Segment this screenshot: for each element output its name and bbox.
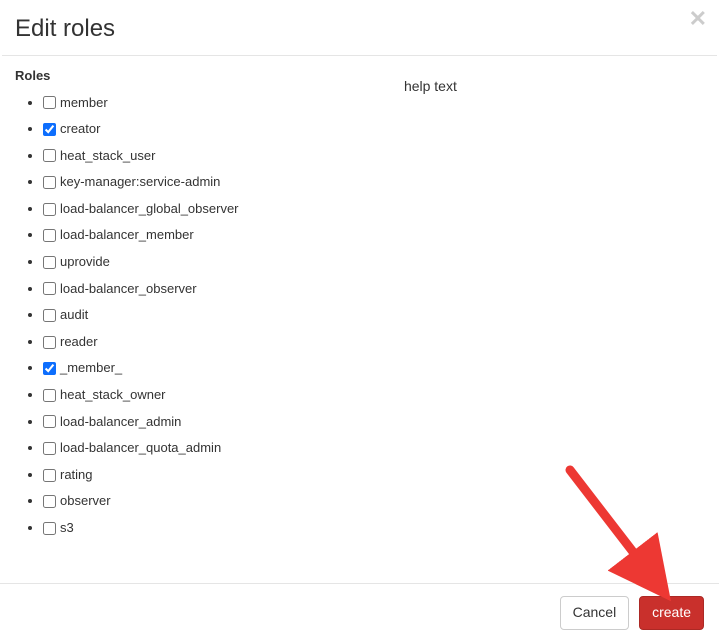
role-checkbox[interactable] [43, 469, 56, 482]
modal-footer: Cancel create [0, 583, 719, 642]
help-column: help text [394, 68, 704, 541]
list-item: load-balancer_quota_admin [43, 435, 394, 462]
role-checkbox[interactable] [43, 522, 56, 535]
list-item: audit [43, 302, 394, 329]
list-item: _member_ [43, 355, 394, 382]
role-checkbox[interactable] [43, 176, 56, 189]
role-label: audit [60, 307, 88, 322]
role-label: rating [60, 467, 93, 482]
list-item: key-manager:service-admin [43, 169, 394, 196]
list-item: load-balancer_admin [43, 408, 394, 435]
role-label: load-balancer_observer [60, 281, 197, 296]
role-checkbox[interactable] [43, 442, 56, 455]
role-checkbox[interactable] [43, 256, 56, 269]
role-checkbox[interactable] [43, 336, 56, 349]
cancel-button[interactable]: Cancel [560, 596, 630, 630]
role-label: creator [60, 121, 100, 136]
role-checkbox[interactable] [43, 96, 56, 109]
role-label: load-balancer_global_observer [60, 201, 239, 216]
role-label: load-balancer_member [60, 228, 194, 243]
list-item: load-balancer_global_observer [43, 195, 394, 222]
role-label: _member_ [60, 361, 122, 376]
role-label: key-manager:service-admin [60, 174, 220, 189]
list-item: member [43, 89, 394, 116]
role-label: uprovide [60, 254, 110, 269]
role-checkbox[interactable] [43, 123, 56, 136]
close-icon[interactable]: ✕ [689, 8, 707, 30]
list-item: s3 [43, 515, 394, 542]
role-label: heat_stack_user [60, 148, 155, 163]
roles-column: Roles member creator heat_stack_user key-ma… [15, 68, 394, 541]
help-text: help text [404, 68, 704, 94]
role-checkbox[interactable] [43, 203, 56, 216]
list-item: heat_stack_user [43, 142, 394, 169]
role-label: s3 [60, 520, 74, 535]
modal-header: Edit roles ✕ [0, 0, 719, 55]
list-item: observer [43, 488, 394, 515]
role-checkbox[interactable] [43, 362, 56, 375]
role-checkbox[interactable] [43, 282, 56, 295]
list-item: rating [43, 461, 394, 488]
create-button[interactable]: create [639, 596, 704, 630]
list-item: load-balancer_observer [43, 275, 394, 302]
role-checkbox[interactable] [43, 415, 56, 428]
role-label: reader [60, 334, 98, 349]
role-label: member [60, 95, 108, 110]
role-checkbox[interactable] [43, 309, 56, 322]
role-checkbox[interactable] [43, 495, 56, 508]
list-item: creator [43, 116, 394, 143]
role-checkbox[interactable] [43, 389, 56, 402]
modal-title: Edit roles [15, 15, 704, 43]
list-item: uprovide [43, 249, 394, 276]
role-label: load-balancer_quota_admin [60, 440, 221, 455]
role-checkbox[interactable] [43, 229, 56, 242]
list-item: heat_stack_owner [43, 382, 394, 409]
role-label: observer [60, 494, 111, 509]
roles-section-label: Roles [15, 68, 394, 83]
roles-list: member creator heat_stack_user key-manager:… [15, 89, 394, 541]
modal-body: Roles member creator heat_stack_user key-ma… [0, 56, 719, 549]
role-label: load-balancer_admin [60, 414, 181, 429]
list-item: load-balancer_member [43, 222, 394, 249]
role-label: heat_stack_owner [60, 387, 166, 402]
list-item: reader [43, 328, 394, 355]
role-checkbox[interactable] [43, 149, 56, 162]
